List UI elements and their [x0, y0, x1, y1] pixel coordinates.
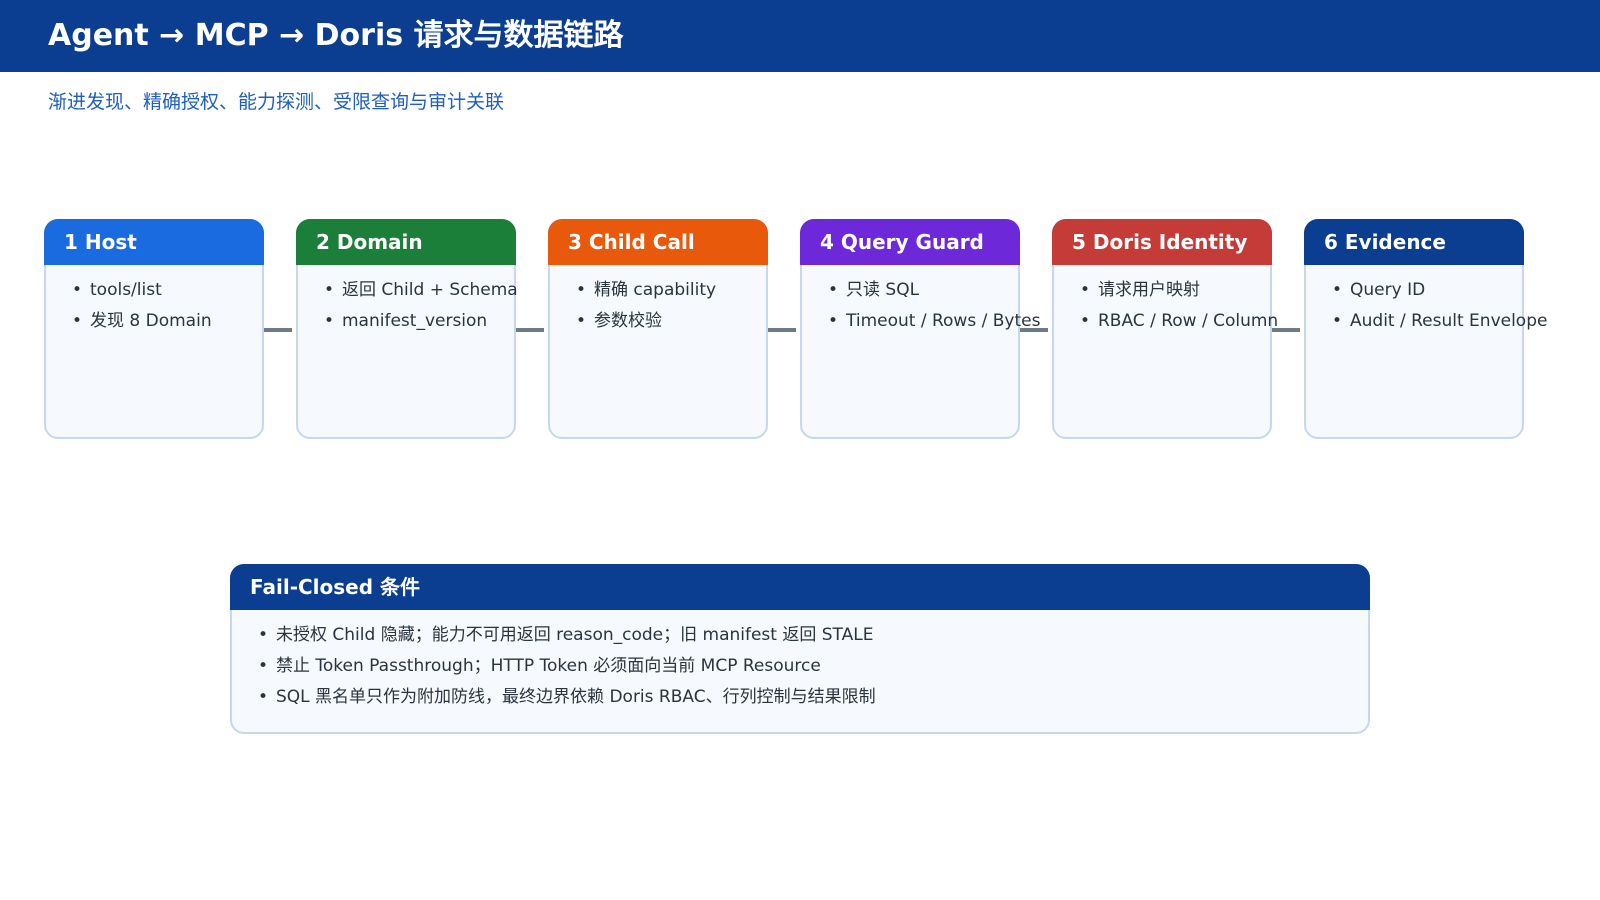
stage-header: 1 Host — [44, 219, 264, 265]
fail-closed-panel: Fail-Closed 条件 未授权 Child 隐藏；能力不可用返回 reas… — [230, 564, 1370, 734]
stage-header: 3 Child Call — [548, 219, 768, 265]
stage-item: RBAC / Row / Column — [1054, 306, 1278, 337]
stage-item-list: 只读 SQL Timeout / Rows / Bytes — [802, 275, 1040, 337]
flow-connector-1-2 — [264, 328, 292, 332]
flow-connector-2-3 — [516, 328, 544, 332]
stage-header: 5 Doris Identity — [1052, 219, 1272, 265]
stage-card-doris-identity: 5 Doris Identity 请求用户映射 RBAC / Row / Col… — [1052, 219, 1278, 439]
stage-item: 请求用户映射 — [1054, 275, 1278, 306]
stage-item: Query ID — [1306, 275, 1547, 306]
stage-card-host: 1 Host tools/list 发现 8 Domain — [44, 219, 264, 439]
stage-card-child-call: 3 Child Call 精确 capability 参数校验 — [548, 219, 768, 439]
fail-closed-item: SQL 黑名单只作为附加防线，最终边界依赖 Doris RBAC、行列控制与结果… — [232, 682, 876, 713]
page-title: Agent → MCP → Doris 请求与数据链路 — [48, 18, 624, 53]
stage-header: 4 Query Guard — [800, 219, 1020, 265]
fail-closed-header: Fail-Closed 条件 — [230, 564, 1370, 610]
stage-card-query-guard: 4 Query Guard 只读 SQL Timeout / Rows / By… — [800, 219, 1040, 439]
fail-closed-item: 禁止 Token Passthrough；HTTP Token 必须面向当前 M… — [232, 651, 876, 682]
stage-item: 精确 capability — [550, 275, 716, 306]
stage-card-evidence: 6 Evidence Query ID Audit / Result Envel… — [1304, 219, 1547, 439]
title-bar: Agent → MCP → Doris 请求与数据链路 — [0, 0, 1600, 72]
stage-item-list: Query ID Audit / Result Envelope — [1306, 275, 1547, 337]
stage-item: Timeout / Rows / Bytes — [802, 306, 1040, 337]
page-subtitle: 渐进发现、精确授权、能力探测、受限查询与审计关联 — [48, 91, 505, 113]
stage-item-list: tools/list 发现 8 Domain — [46, 275, 212, 337]
stage-item: 参数校验 — [550, 306, 716, 337]
stage-item-list: 精确 capability 参数校验 — [550, 275, 716, 337]
stage-item: Audit / Result Envelope — [1306, 306, 1547, 337]
fail-closed-item: 未授权 Child 隐藏；能力不可用返回 reason_code；旧 manif… — [232, 620, 876, 651]
stage-item: tools/list — [46, 275, 212, 306]
stage-item: 返回 Child + Schema — [298, 275, 518, 306]
fail-closed-list: 未授权 Child 隐藏；能力不可用返回 reason_code；旧 manif… — [232, 620, 876, 713]
stage-header: 6 Evidence — [1304, 219, 1524, 265]
stage-item: manifest_version — [298, 306, 518, 337]
stage-card-domain: 2 Domain 返回 Child + Schema manifest_vers… — [296, 219, 518, 439]
stage-header: 2 Domain — [296, 219, 516, 265]
stage-item-list: 返回 Child + Schema manifest_version — [298, 275, 518, 337]
flow-connector-3-4 — [768, 328, 796, 332]
stage-item-list: 请求用户映射 RBAC / Row / Column — [1054, 275, 1278, 337]
stage-item: 发现 8 Domain — [46, 306, 212, 337]
stage-item: 只读 SQL — [802, 275, 1040, 306]
